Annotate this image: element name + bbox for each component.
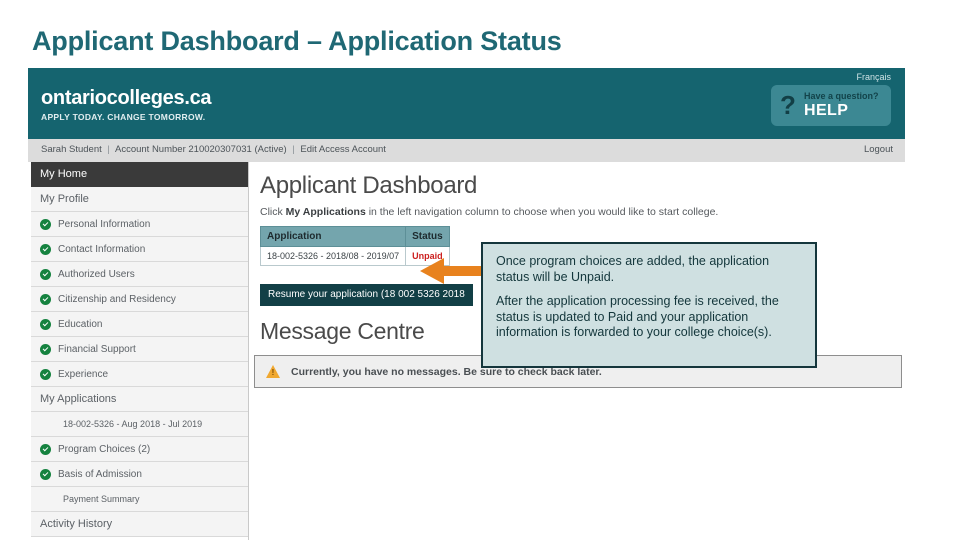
site-logo[interactable]: ontariocolleges.ca APPLY TODAY. CHANGE T… — [41, 87, 212, 122]
check-circle-icon — [40, 219, 51, 230]
sidebar-section-my-profile[interactable]: My Profile — [31, 187, 248, 212]
sidebar-item-label: Education — [58, 319, 103, 330]
sidebar-item-payment-summary[interactable]: Payment Summary — [31, 487, 248, 512]
message-centre-heading: Message Centre — [260, 318, 425, 344]
brand-name: ontariocolleges.ca — [41, 87, 212, 109]
sidebar-item-label: Contact Information — [58, 244, 146, 255]
sidebar-item-label: Citizenship and Residency — [58, 294, 176, 305]
cell-application-id: 18-002-5326 - 2018/08 - 2019/07 — [259, 246, 407, 266]
account-user-name: Sarah Student — [41, 144, 102, 155]
warning-triangle-icon — [266, 365, 280, 378]
page-title: Applicant Dashboard – Application Status — [32, 26, 562, 56]
instruction-bold: My Applications — [285, 206, 366, 218]
check-circle-icon — [40, 369, 51, 380]
sidebar-item-label: Basis of Admission — [58, 469, 142, 480]
sidebar-item-label: Financial Support — [58, 344, 136, 355]
check-circle-icon — [40, 244, 51, 255]
sidebar-section-my-applications[interactable]: My Applications — [31, 387, 248, 412]
slide-root: Applicant Dashboard – Application Status… — [0, 0, 960, 540]
status-badge: Unpaid — [405, 246, 450, 266]
check-circle-icon — [40, 344, 51, 355]
account-state: (Active) — [254, 144, 287, 155]
applicant-dashboard-heading: Applicant Dashboard — [260, 172, 478, 199]
sidebar: My Home My Profile Personal Information … — [31, 162, 249, 540]
language-link-francais[interactable]: Français — [856, 72, 891, 82]
column-header-application: Application — [259, 226, 407, 247]
sidebar-item-program-choices[interactable]: Program Choices (2) — [31, 437, 248, 462]
sidebar-item-basis-of-admission[interactable]: Basis of Admission — [31, 462, 248, 487]
instruction-suffix: in the left navigation column to choose … — [365, 206, 719, 218]
question-mark-icon: ? — [780, 90, 796, 120]
sidebar-item-experience[interactable]: Experience — [31, 362, 248, 387]
table-header-row: Application Status — [259, 226, 450, 247]
help-question-label: Have a question? — [804, 91, 879, 101]
check-circle-icon — [40, 294, 51, 305]
sidebar-item-label: Authorized Users — [58, 269, 135, 280]
account-info: Sarah Student | Account Number 210020307… — [41, 144, 386, 155]
instruction-prefix: Click — [260, 206, 286, 218]
help-label: HELP — [804, 102, 849, 119]
sidebar-item-personal-information[interactable]: Personal Information — [31, 212, 248, 237]
help-button[interactable]: ? Have a question? HELP — [771, 85, 891, 126]
dashboard-instruction-text: Click My Applications in the left naviga… — [260, 206, 718, 218]
account-number-label: Account Number — [114, 144, 186, 155]
sidebar-item-financial-support[interactable]: Financial Support — [31, 337, 248, 362]
sidebar-item-education[interactable]: Education — [31, 312, 248, 337]
callout-paragraph-2: After the application processing fee is … — [496, 294, 779, 339]
account-separator-1: | — [107, 144, 110, 155]
callout-paragraph-1: Once program choices are added, the appl… — [496, 254, 770, 284]
sidebar-item-label: Experience — [58, 369, 109, 380]
account-separator-2: | — [292, 144, 295, 155]
sidebar-item-application-18-002-5326[interactable]: 18-002-5326 - Aug 2018 - Jul 2019 — [31, 412, 248, 437]
sidebar-item-label: Personal Information — [58, 219, 151, 230]
applications-table: Application Status 18-002-5326 - 2018/08… — [259, 226, 450, 266]
table-row[interactable]: 18-002-5326 - 2018/08 - 2019/07 Unpaid — [259, 246, 450, 266]
sidebar-item-authorized-users[interactable]: Authorized Users — [31, 262, 248, 287]
sidebar-item-citizenship-and-residency[interactable]: Citizenship and Residency — [31, 287, 248, 312]
brand-tagline: APPLY TODAY. CHANGE TOMORROW. — [41, 112, 206, 122]
account-bar: Sarah Student | Account Number 210020307… — [28, 139, 905, 163]
sidebar-item-my-home[interactable]: My Home — [31, 162, 248, 187]
check-circle-icon — [40, 269, 51, 280]
check-circle-icon — [40, 319, 51, 330]
check-circle-icon — [40, 444, 51, 455]
site-header: ontariocolleges.ca APPLY TODAY. CHANGE T… — [28, 68, 905, 139]
resume-application-button[interactable]: Resume your application (18 002 5326 201… — [260, 284, 473, 306]
sidebar-item-contact-information[interactable]: Contact Information — [31, 237, 248, 262]
logout-link[interactable]: Logout — [864, 144, 893, 155]
sidebar-section-activity-history[interactable]: Activity History — [31, 512, 248, 537]
check-circle-icon — [40, 469, 51, 480]
annotation-callout: Once program choices are added, the appl… — [481, 242, 817, 368]
account-number-value: 210020307031 — [188, 144, 252, 155]
edit-access-account-link[interactable]: Edit Access Account — [300, 144, 386, 155]
sidebar-item-label: Program Choices (2) — [58, 444, 151, 455]
column-header-status: Status — [405, 226, 450, 247]
